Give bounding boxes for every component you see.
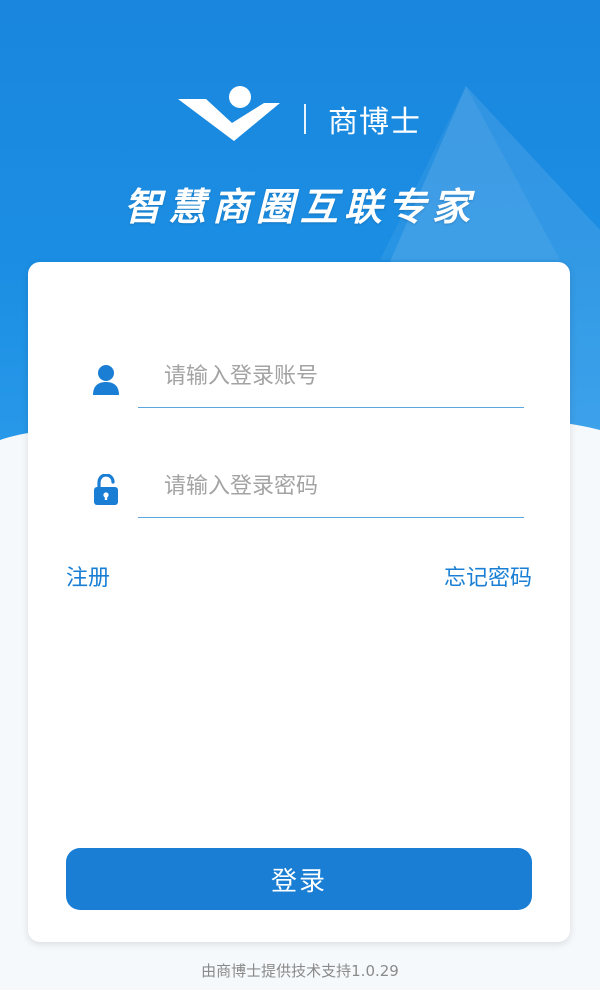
login-button[interactable]: 登录 bbox=[66, 848, 532, 910]
brand-logo: 商博士 bbox=[176, 84, 421, 154]
password-input[interactable] bbox=[138, 456, 524, 518]
account-input[interactable] bbox=[138, 346, 524, 408]
forgot-password-link[interactable]: 忘记密码 bbox=[444, 560, 532, 592]
lock-icon bbox=[94, 474, 118, 505]
password-field-row bbox=[28, 456, 570, 526]
register-link[interactable]: 注册 bbox=[66, 560, 110, 592]
brand-name: 商博士 bbox=[328, 105, 421, 140]
user-icon bbox=[93, 365, 119, 395]
logo-divider bbox=[304, 104, 306, 134]
footer-version-text: 由商博士提供技术支持1.0.29 bbox=[201, 962, 399, 980]
login-card: 注册 忘记密码 登录 bbox=[28, 262, 570, 942]
brand-logo-icon bbox=[178, 86, 280, 141]
brand-slogan: 智慧商圈互联专家 bbox=[123, 184, 476, 229]
account-field-row bbox=[28, 346, 570, 416]
